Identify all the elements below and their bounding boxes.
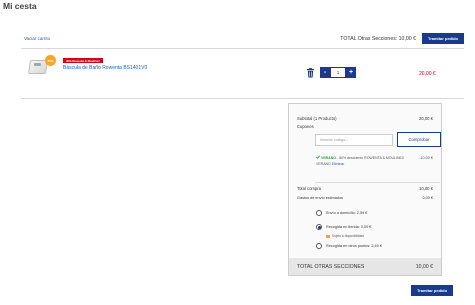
radio-store[interactable] [316, 224, 322, 230]
product-price: 20,00 € [419, 71, 436, 77]
total-compra-row: Total compra 10,00 € [289, 186, 441, 191]
shipping-option-points[interactable]: Recogida en otros puntos: 2,49 € [316, 243, 382, 249]
apply-coupon-button[interactable]: Comprobar [397, 132, 441, 147]
shipping-label: Gastos de envío estimados [297, 196, 344, 200]
promo-badge: 30% Rowenta & Moulinex [63, 58, 103, 63]
quantity-input[interactable]: 1 [330, 67, 346, 78]
decrease-quantity-button[interactable]: - [320, 67, 330, 78]
coupons-label-text: Cupones [297, 124, 314, 129]
shipping-option-home[interactable]: Envío a domicilio: 2,59 € [316, 210, 367, 216]
subtotal-row: Subtotal (1 Producto) 20,00 € [289, 116, 441, 121]
subtotal-value: 20,00 € [419, 116, 433, 121]
product-content: 30% 30% Rowenta & Moulinex Báscula de Ba… [21, 29, 464, 100]
product-thumbnail[interactable]: 30% [28, 55, 56, 78]
availability-text: Sujeto a disponibilidad [332, 234, 364, 238]
radio-home[interactable] [316, 210, 322, 216]
availability-note: Sujeto a disponibilidad [326, 234, 364, 238]
radio-selected-dot [317, 225, 321, 229]
coupon-discount-value: -10,00 € [419, 156, 433, 160]
discount-percent-badge: 30% [45, 55, 56, 66]
subtotal-label: Subtotal (1 Producto) [297, 116, 337, 121]
total-label: TOTAL OTRAS SECCIONES [297, 263, 365, 270]
shipping-option-store-label: Recogida en tienda: 0,00 € [326, 225, 372, 229]
total-compra-value: 10,00 € [419, 186, 433, 191]
store-icon [326, 234, 330, 238]
order-summary: Subtotal (1 Producto) 20,00 € Cupones In… [288, 103, 442, 276]
total-bar: TOTAL OTRAS SECCIONES 10,00 € [289, 258, 441, 275]
coupon-code: VERANO [320, 156, 336, 160]
product-name-link[interactable]: Báscula de Baño Rowenta BS1401V0 [63, 65, 147, 71]
total-compra-label: Total compra [297, 186, 321, 191]
coupon-code-input[interactable]: Insertar código... [315, 134, 393, 146]
quantity-stepper: - 1 + [306, 67, 356, 78]
scale-display [34, 63, 41, 66]
shipping-option-store[interactable]: Recogida en tienda: 0,00 € [316, 224, 371, 230]
check-icon [316, 155, 320, 159]
shipping-option-points-label: Recogida en otros puntos: 2,49 € [326, 244, 382, 248]
radio-points[interactable] [316, 243, 322, 249]
applied-coupon: VERANO - 50% descuento ROWENTA & MOULINE… [316, 155, 406, 167]
remove-coupon-link[interactable]: Eliminar [332, 162, 345, 166]
trash-icon[interactable] [306, 67, 315, 78]
divider [315, 182, 440, 183]
coupons-label: Cupones [289, 124, 322, 129]
total-value: 10,00 € [415, 263, 433, 270]
checkout-button-bottom[interactable]: Tramitar pedido [411, 285, 454, 296]
shipping-row: Gastos de envío estimados 0,00 € [289, 196, 441, 200]
page-title: Mi cesta [3, 1, 37, 11]
increase-quantity-button[interactable]: + [346, 67, 356, 78]
shipping-value: 0,00 € [422, 196, 433, 200]
shipping-option-home-label: Envío a domicilio: 2,59 € [326, 211, 368, 215]
